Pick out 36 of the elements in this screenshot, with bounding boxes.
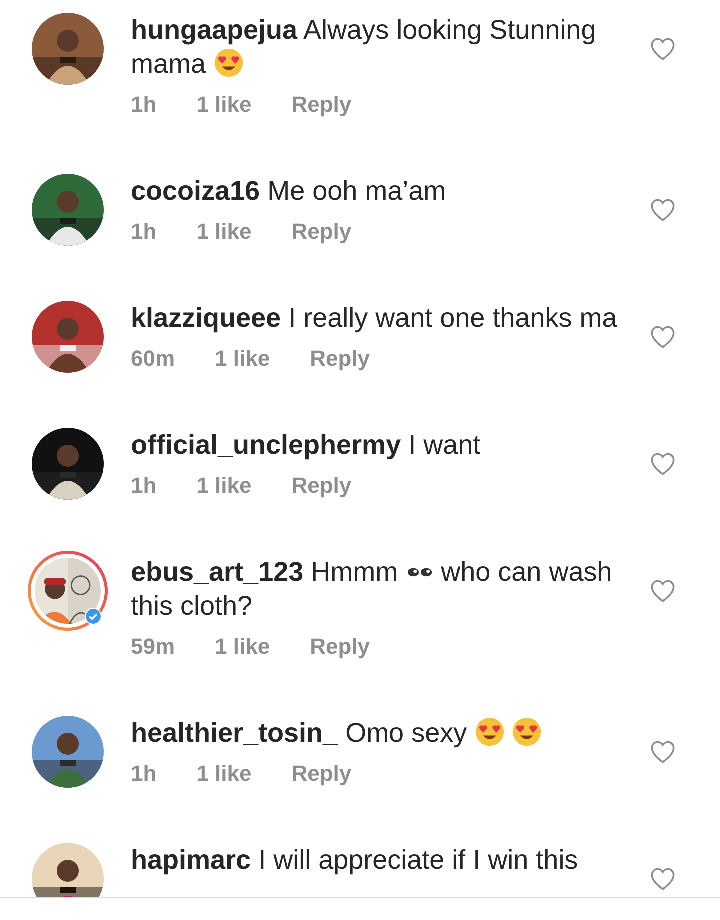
like-icon[interactable] <box>650 452 676 476</box>
like-icon[interactable] <box>650 579 676 603</box>
likes-link[interactable]: 1 like <box>196 218 252 246</box>
like-icon[interactable] <box>650 740 676 764</box>
heart-eyes-emoji-icon <box>214 48 244 78</box>
reply-link[interactable]: Reply <box>292 91 352 119</box>
comment-time: 1h <box>131 218 157 246</box>
comment-text: cocoiza16 Me ooh ma’am <box>131 175 448 208</box>
comment-time: 59m <box>131 633 176 661</box>
comment-text: hungaapejua Always looking Stunning mama <box>131 14 598 81</box>
comment-text: hapimarc I will appreciate if I win this <box>131 844 580 877</box>
comment-text: ebus_art_123 Hmmm who can wash this cloth? <box>131 556 614 623</box>
heart-eyes-emoji-icon <box>512 717 542 747</box>
like-icon[interactable] <box>650 198 676 222</box>
comment-time: 60m <box>131 345 176 373</box>
comment-text: healthier_tosin_ Omo sexy <box>131 716 622 750</box>
comment-text: official_unclephermy I want <box>131 429 482 462</box>
comment-time: 1h <box>131 760 157 788</box>
reply-link[interactable]: Reply <box>292 218 352 246</box>
like-icon[interactable] <box>650 37 676 61</box>
reply-link[interactable]: Reply <box>292 472 352 500</box>
reply-link[interactable]: Reply <box>310 633 370 661</box>
comment-time: 1h <box>131 91 157 119</box>
like-icon[interactable] <box>650 325 676 349</box>
likes-link[interactable]: 1 like <box>196 91 252 119</box>
reply-link[interactable]: Reply <box>310 345 370 373</box>
eyes-emoji-icon <box>406 566 434 579</box>
heart-eyes-emoji-icon <box>474 717 505 747</box>
likes-link[interactable]: 1 like <box>215 633 270 661</box>
reply-link[interactable]: Reply <box>292 760 352 788</box>
comment-time: 1h <box>131 472 157 500</box>
comment-text: klazziqueee I really want one thanks ma <box>131 302 618 335</box>
like-icon[interactable] <box>650 867 676 891</box>
likes-link[interactable]: 1 like <box>196 760 252 788</box>
likes-link[interactable]: 1 like <box>215 345 270 373</box>
likes-link[interactable]: 1 like <box>196 472 252 500</box>
